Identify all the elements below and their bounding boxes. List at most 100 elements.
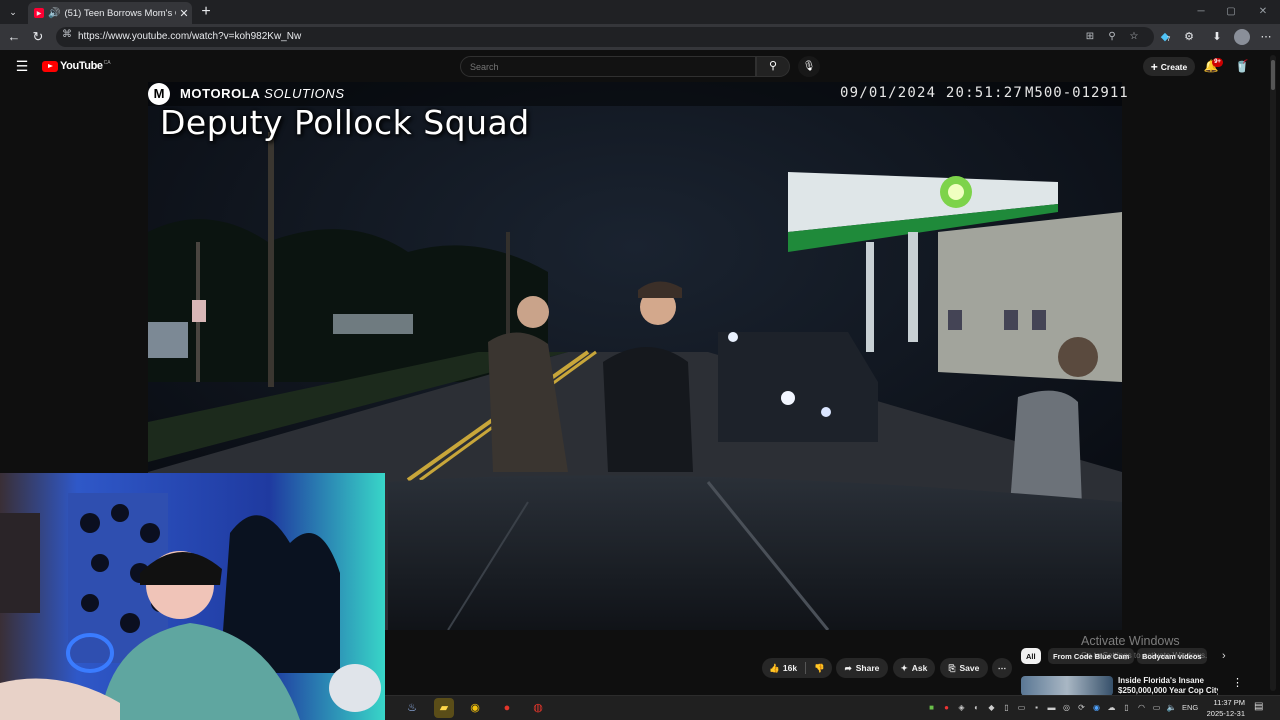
create-label: Create: [1160, 61, 1188, 72]
new-tab-button[interactable]: +: [196, 2, 216, 22]
close-window-button[interactable]: ✕: [1248, 4, 1278, 20]
notification-center-icon[interactable]: ▤: [1254, 701, 1263, 712]
file-explorer-icon[interactable]: ▰: [434, 698, 454, 718]
clock-date: 2025-12-31: [1206, 709, 1245, 718]
ask-button[interactable]: ✦ Ask: [893, 658, 935, 678]
activate-windows-title: Activate Windows: [1081, 634, 1180, 648]
voice-search-button[interactable]: 🎙: [798, 56, 820, 77]
tray-red-icon[interactable]: ●: [941, 702, 952, 713]
close-tab-icon[interactable]: ✕: [176, 7, 192, 20]
like-divider: [805, 662, 807, 674]
app-red-icon[interactable]: ●: [497, 698, 517, 718]
tray-blue-icon[interactable]: ◉: [1091, 702, 1102, 713]
minimize-button[interactable]: ─: [1186, 4, 1216, 20]
back-button[interactable]: ←: [4, 27, 24, 47]
bookmark-icon: ⎘: [948, 662, 956, 673]
steam-icon[interactable]: ♨: [402, 698, 422, 718]
hamburger-menu-icon[interactable]: ☰: [14, 58, 30, 74]
ask-label: Ask: [911, 663, 928, 673]
youtube-wordmark: YouTube: [60, 60, 103, 72]
tray-camera-icon[interactable]: ▪: [1031, 702, 1042, 713]
microphone-icon: 🎙: [802, 61, 816, 72]
chip-all[interactable]: All: [1021, 648, 1041, 664]
thumbs-up-icon: 👍: [769, 662, 780, 673]
share-button[interactable]: ➦ Share: [836, 658, 888, 678]
recommendation-title[interactable]: Inside Florida's Insane $250,000,000 Yea…: [1118, 676, 1218, 696]
volume-icon[interactable]: 🔈: [1166, 702, 1177, 713]
reload-button[interactable]: ↻: [28, 27, 48, 47]
search-input[interactable]: [460, 56, 756, 77]
tray-mic-icon[interactable]: ◆: [986, 702, 997, 713]
activate-windows-subtitle: Go to Settings to activate Windows.: [1081, 651, 1208, 660]
tray-monitor-icon[interactable]: ▭: [1016, 702, 1027, 713]
speaker-icon[interactable]: 🔊: [48, 8, 60, 19]
account-avatar[interactable]: 🥤: [1234, 58, 1250, 74]
share-icon: ➦: [844, 662, 852, 673]
video-overlay-title: Deputy Pollock Squad: [160, 103, 530, 142]
like-count: 16k: [782, 663, 798, 673]
save-label: Save: [959, 663, 980, 673]
tray-sync-icon[interactable]: ⟳: [1076, 702, 1087, 713]
search-icon: ⚲: [768, 60, 778, 72]
taskbar-clock[interactable]: 11:37 PM 2025-12-31: [1205, 697, 1245, 719]
battery-icon[interactable]: ▭: [1151, 702, 1162, 713]
chips-next-chevron-icon[interactable]: ›: [1222, 650, 1226, 662]
tray-globe-icon[interactable]: ◎: [1061, 702, 1072, 713]
tray-cloud-icon[interactable]: ☁: [1106, 702, 1117, 713]
share-label: Share: [855, 663, 880, 673]
tray-green-icon[interactable]: ■: [926, 702, 937, 713]
brand-suffix: SOLUTIONS: [264, 86, 345, 101]
page-scrollbar[interactable]: [1270, 55, 1276, 691]
recommendation-thumbnail[interactable]: [1021, 676, 1113, 696]
extensions-puzzle-icon[interactable]: ⚙: [1180, 28, 1198, 46]
webcam-image: [0, 473, 385, 720]
url-text[interactable]: https://www.youtube.com/watch?v=koh982Kw…: [78, 31, 301, 42]
plus-icon: +: [1150, 59, 1158, 74]
tray-folder-icon[interactable]: ▬: [1046, 702, 1057, 713]
save-button[interactable]: ⎘ Save: [940, 658, 988, 678]
recommendation-menu-icon[interactable]: ⋮: [1232, 676, 1243, 689]
thumbs-down-icon: 👎: [814, 662, 825, 673]
wifi-icon[interactable]: ◠: [1136, 702, 1147, 713]
webcam-overlay: [0, 473, 385, 720]
create-button[interactable]: + Create: [1143, 57, 1195, 76]
recommendation-title-line1: Inside Florida's Insane: [1118, 676, 1204, 685]
tray-file-icon[interactable]: ▯: [1001, 702, 1012, 713]
youtube-favicon-icon: ▶: [34, 8, 44, 18]
youtube-play-icon: [42, 60, 58, 72]
tab-title: (51) Teen Borrows Mom's Ca: [64, 7, 176, 19]
camera-brand: MOTOROLA SOLUTIONS: [180, 86, 345, 101]
app-record-icon[interactable]: ◍: [528, 698, 548, 718]
tray-phone-icon[interactable]: ▯: [1121, 702, 1132, 713]
like-dislike-group: 👍 16k 👎: [762, 658, 832, 678]
bookmark-star-icon[interactable]: ☆: [1126, 29, 1142, 45]
tab-list-chevron-icon[interactable]: ⌄: [4, 4, 22, 20]
chrome-icon[interactable]: ◉: [465, 698, 485, 718]
dislike-button[interactable]: 👎: [814, 663, 825, 674]
search-button[interactable]: ⚲: [756, 56, 790, 77]
downloads-icon[interactable]: ⬇: [1208, 28, 1226, 46]
youtube-logo[interactable]: YouTube CA: [42, 60, 111, 72]
tray-app-icon[interactable]: ◐: [971, 702, 982, 713]
notification-badge: 9+: [1212, 58, 1223, 67]
profile-avatar[interactable]: [1234, 29, 1250, 45]
browser-menu-icon[interactable]: ⋯: [1257, 28, 1275, 46]
maximize-button[interactable]: ▢: [1216, 4, 1246, 20]
zoom-icon[interactable]: ⚲: [1104, 29, 1120, 45]
extension-badge: 7: [1167, 37, 1171, 43]
app-available-icon[interactable]: ⊞: [1082, 29, 1098, 45]
browser-tab-bar: [0, 0, 1280, 24]
like-button[interactable]: 👍 16k: [769, 663, 797, 674]
camera-id: M500-012911: [1025, 85, 1129, 101]
sparkle-icon: ✦: [900, 662, 908, 673]
tray-shield-icon[interactable]: ◈: [956, 702, 967, 713]
site-info-icon[interactable]: ⌘: [62, 29, 72, 40]
brand-name: MOTOROLA: [180, 86, 260, 101]
scrollbar-thumb[interactable]: [1271, 60, 1275, 90]
extension-icon[interactable]: ◆: [1156, 28, 1174, 46]
clock-time: 11:37 PM: [1213, 698, 1245, 707]
more-actions-button[interactable]: ⋯: [992, 658, 1012, 678]
country-code: CA: [103, 60, 111, 66]
language-indicator[interactable]: ENG: [1182, 703, 1198, 712]
browser-tab-active[interactable]: ▶ 🔊 (51) Teen Borrows Mom's Ca ✕: [28, 2, 192, 24]
